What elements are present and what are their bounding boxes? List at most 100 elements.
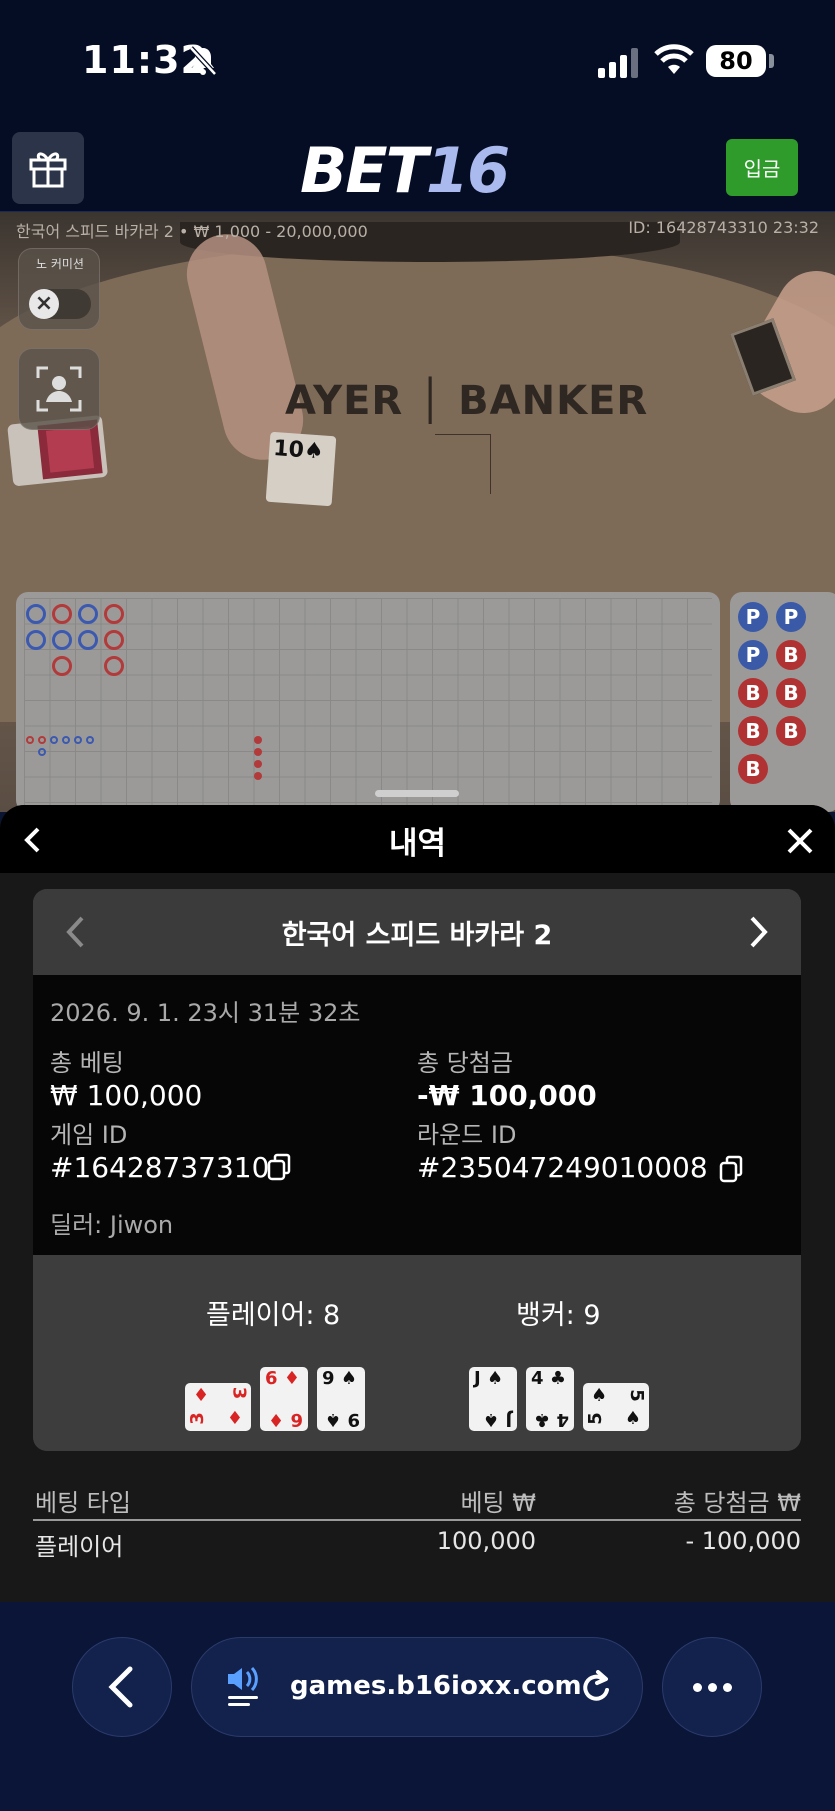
road-marker	[104, 630, 124, 650]
road-banker: B	[738, 678, 768, 708]
road-banker: B	[776, 716, 806, 746]
road-dot	[26, 736, 34, 744]
card-rank: J	[474, 1368, 481, 1389]
sheet-header: 내역	[0, 805, 835, 873]
gift-icon	[29, 152, 67, 188]
card-rank: 4	[531, 1368, 544, 1389]
logo-main: BET	[300, 134, 428, 207]
close-icon[interactable]	[784, 825, 816, 857]
next-chevron-icon[interactable]	[743, 915, 773, 949]
url-text: games.b16ioxx.com	[290, 1671, 582, 1701]
road-player: P	[776, 602, 806, 632]
card-rank: 9	[322, 1368, 335, 1389]
no-commission-toggle[interactable]: 노 커미션 ×	[18, 248, 100, 330]
round-id-value: #235047249010008	[417, 1151, 708, 1184]
card-suit: ♣	[534, 1409, 551, 1430]
road-dot	[38, 736, 46, 744]
card-rank: J	[505, 1409, 512, 1430]
more-dot	[722, 1682, 732, 1692]
speaker-icon[interactable]	[224, 1666, 264, 1710]
round-detail-card: 한국어 스피드 바카라 2 2026. 9. 1. 23시 31분 32초 총 …	[33, 889, 801, 1451]
road-dot	[38, 748, 46, 756]
road-marker	[78, 630, 98, 650]
gift-button[interactable]	[12, 132, 84, 204]
more-dot	[707, 1682, 717, 1692]
battery-tip	[769, 54, 774, 68]
reload-icon[interactable]	[578, 1670, 614, 1706]
big-road[interactable]: P P P B B B B B B	[730, 592, 835, 812]
road-marker	[78, 604, 98, 624]
felt-line	[490, 434, 491, 494]
browser-back-button[interactable]	[72, 1637, 172, 1737]
more-button[interactable]	[662, 1637, 762, 1737]
round-info: ID: 16428743310 23:32	[628, 218, 819, 237]
card-suit: ♦	[193, 1385, 210, 1406]
banker-card-5: ♠ 5 5 ♠	[583, 1383, 649, 1431]
copy-icon[interactable]	[267, 1153, 291, 1181]
road-marker	[26, 604, 46, 624]
road-marker	[26, 630, 46, 650]
player-score: 플레이어: 8	[206, 1300, 341, 1331]
card-rank: 3	[228, 1386, 250, 1400]
card-suit: ♦	[268, 1409, 285, 1430]
road-banker: B	[776, 640, 806, 670]
bets-table: 베팅 타입 베팅 ₩ 총 당첨금 ₩ 플레이어 100,000 - 100,00…	[33, 1477, 801, 1565]
card-suit: ♠	[486, 1368, 504, 1389]
round-datetime: 2026. 9. 1. 23시 31분 32초	[50, 999, 361, 1027]
card-suit: ♦	[226, 1408, 243, 1429]
game-id-value: #16428737310	[50, 1151, 270, 1184]
wifi-icon	[654, 44, 694, 74]
bet16-logo[interactable]: BET16	[300, 134, 510, 207]
site-header: BET16 입금	[0, 120, 835, 212]
col-bet-amount: 베팅 ₩	[460, 1489, 536, 1517]
card-rank: 4	[556, 1409, 569, 1430]
history-sheet: 내역 한국어 스피드 바카라 2 2026. 9. 1. 23시 31분 32초…	[0, 805, 835, 1602]
table-row: 플레이어 100,000 - 100,000	[33, 1521, 801, 1565]
col-bet-type: 베팅 타입	[35, 1489, 131, 1517]
card-suit: ♠	[325, 1409, 342, 1430]
card-rank: 3	[186, 1412, 208, 1425]
road-dot	[62, 736, 70, 744]
deposit-button[interactable]: 입금	[726, 139, 798, 196]
road-marker	[104, 656, 124, 676]
bets-table-header: 베팅 타입 베팅 ₩ 총 당첨금 ₩	[33, 1477, 801, 1521]
copy-icon[interactable]	[719, 1155, 743, 1183]
road-marker	[104, 604, 124, 624]
total-bet-label: 총 베팅	[50, 1049, 124, 1077]
road-dot	[254, 772, 262, 780]
road-banker: B	[738, 716, 768, 746]
person-frame-icon	[36, 366, 82, 412]
total-win-cell: - 100,000	[685, 1527, 801, 1555]
table-card: 10♠	[265, 431, 337, 507]
road-banker: B	[776, 678, 806, 708]
total-win-label: 총 당첨금	[417, 1049, 513, 1077]
browser-toolbar: games.b16ioxx.com	[0, 1602, 835, 1811]
address-bar[interactable]: games.b16ioxx.com	[191, 1637, 643, 1737]
card-suit: ♦	[283, 1368, 300, 1389]
toggle-track[interactable]: ×	[29, 289, 91, 319]
card-suit: ♠	[340, 1368, 357, 1389]
road-dot	[254, 748, 262, 756]
player-card-3: 3 ♦ ♦ 3	[185, 1383, 251, 1431]
total-win-value: -₩ 100,000	[417, 1079, 597, 1112]
banker-score: 뱅커: 9	[516, 1300, 601, 1331]
road-dot	[86, 736, 94, 744]
road-player: P	[738, 602, 768, 632]
dealer-name: 딜러: Jiwon	[50, 1211, 174, 1239]
col-total-win: 총 당첨금 ₩	[673, 1489, 801, 1517]
road-dot	[74, 736, 82, 744]
bead-road[interactable]	[16, 592, 720, 812]
round-navigation: 한국어 스피드 바카라 2	[33, 889, 801, 975]
felt-line	[435, 434, 491, 435]
sheet-grab-handle[interactable]	[375, 790, 459, 797]
card-rank: 5	[584, 1412, 606, 1425]
road-player: P	[738, 640, 768, 670]
road-dot	[254, 760, 262, 768]
card-rank: 5	[626, 1389, 648, 1402]
bell-muted-icon	[189, 46, 217, 76]
close-icon: ×	[29, 289, 59, 319]
status-bar: 11:32 80	[0, 0, 835, 120]
road-marker	[52, 604, 72, 624]
back-chevron-icon	[108, 1666, 133, 1708]
video-view-button[interactable]	[18, 348, 100, 430]
